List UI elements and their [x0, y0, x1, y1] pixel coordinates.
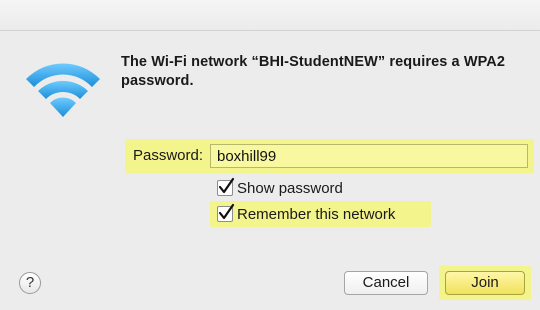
help-button[interactable]: ?: [19, 272, 41, 294]
remember-network-checkbox-row[interactable]: Remember this network: [210, 201, 431, 227]
checkmark-icon: [218, 177, 235, 194]
password-label: Password:: [133, 147, 204, 164]
show-password-checkbox-row[interactable]: Show password: [217, 177, 343, 198]
checkmark-icon: [218, 203, 235, 220]
wifi-icon: [26, 63, 100, 117]
dialog-message: The Wi-Fi network “BHI-StudentNEW” requi…: [121, 54, 506, 89]
password-row-highlight: Password:: [125, 139, 534, 173]
wifi-password-dialog: The Wi-Fi network “BHI-StudentNEW” requi…: [0, 31, 540, 310]
remember-network-checkbox[interactable]: [217, 203, 235, 222]
join-button-highlight: Join: [439, 266, 531, 300]
cancel-button[interactable]: Cancel: [344, 271, 428, 295]
show-password-label: Show password: [237, 179, 343, 197]
remember-network-label: Remember this network: [237, 205, 396, 223]
join-button[interactable]: Join: [445, 271, 525, 295]
show-password-checkbox[interactable]: [217, 177, 235, 196]
password-field[interactable]: [210, 144, 528, 168]
window-titlebar: [0, 0, 540, 31]
